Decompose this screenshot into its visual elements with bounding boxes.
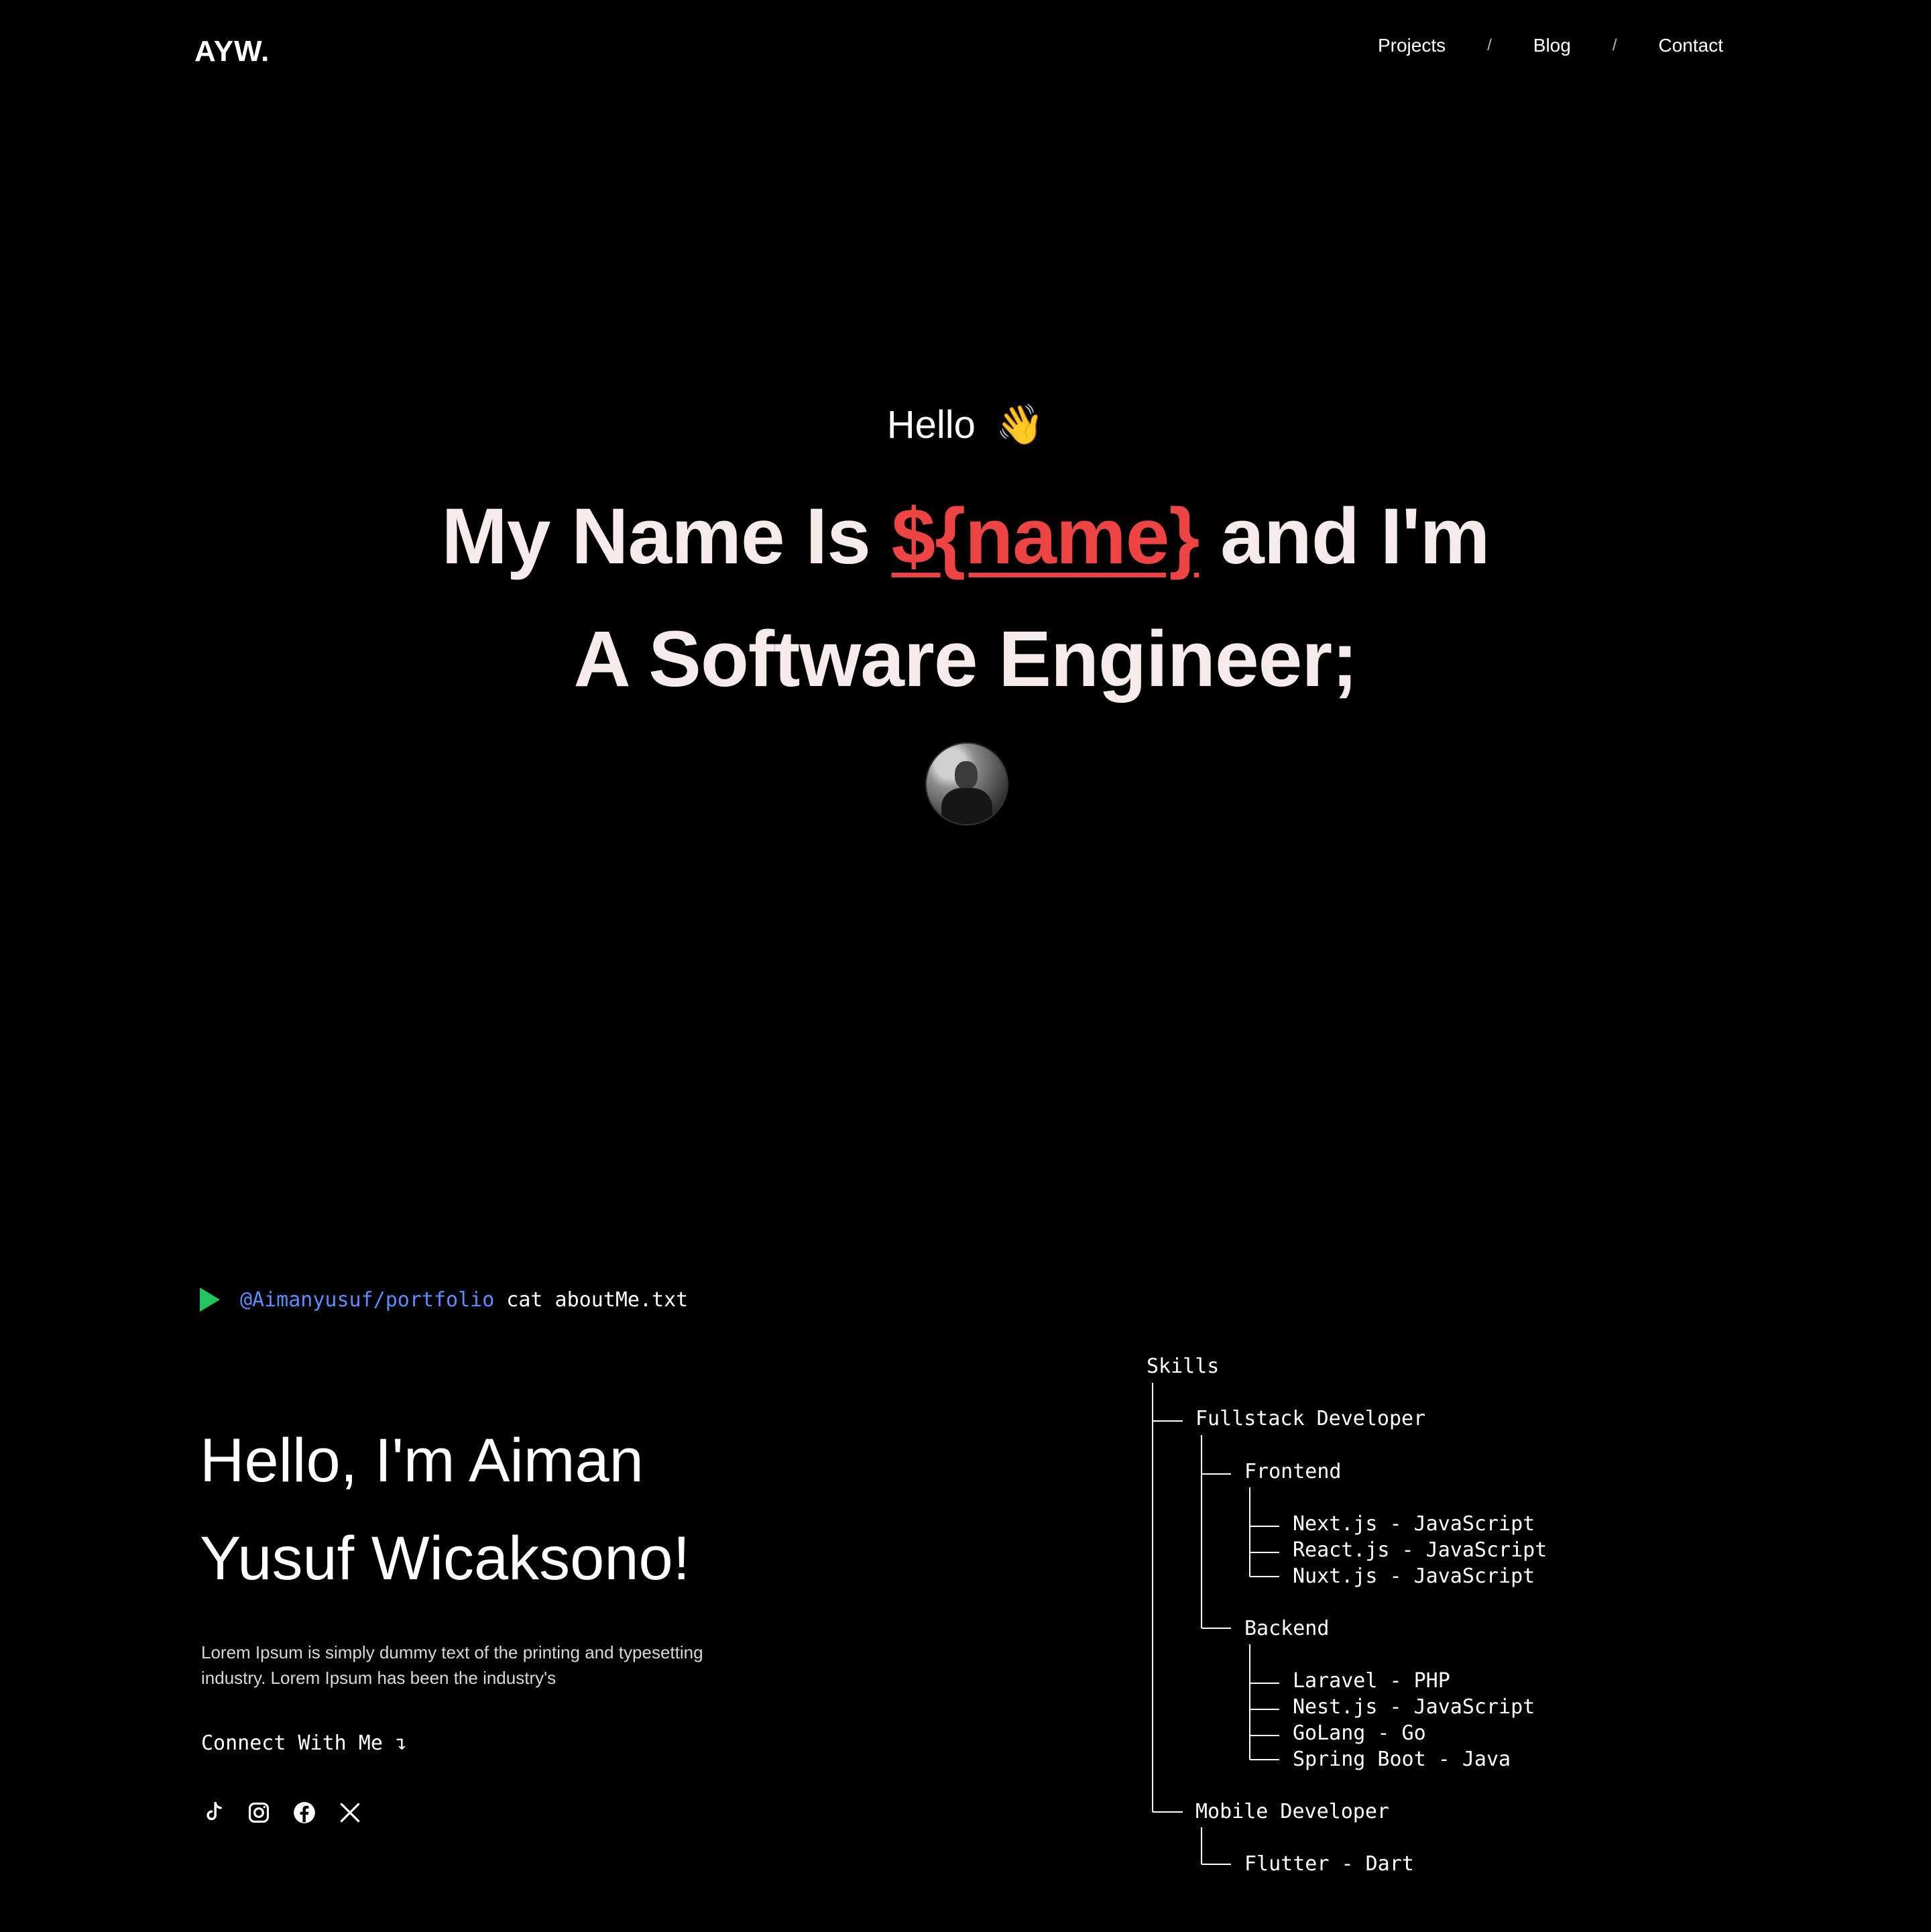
about-title-line-1: Hello, I'm Aiman bbox=[200, 1426, 644, 1495]
about-title-line-2: Yusuf Wicaksono! bbox=[200, 1524, 691, 1593]
play-icon bbox=[200, 1288, 220, 1312]
tree-leaf: GoLang - Go bbox=[1293, 1721, 1426, 1745]
tree-node-root: Skills bbox=[1147, 1355, 1220, 1378]
waving-hand-icon: 👋 bbox=[996, 403, 1045, 447]
tree-leaf: Laravel - PHP bbox=[1293, 1669, 1450, 1693]
main-nav: Projects / Blog / Contact bbox=[1378, 35, 1723, 56]
nav-link-contact[interactable]: Contact bbox=[1659, 35, 1724, 56]
tiktok-icon[interactable] bbox=[200, 1799, 227, 1826]
nav-separator: / bbox=[1612, 36, 1617, 54]
tree-leaf: Spring Boot - Java bbox=[1293, 1748, 1511, 1771]
tree-leaf: Next.js - JavaScript bbox=[1293, 1512, 1535, 1536]
avatar bbox=[925, 742, 1008, 826]
social-links bbox=[200, 1799, 363, 1826]
tree-leaf: Nest.js - JavaScript bbox=[1293, 1695, 1535, 1719]
about-title: Hello, I'm Aiman Yusuf Wicaksono! bbox=[200, 1412, 690, 1607]
connect-label: Connect With Me ↴ bbox=[201, 1731, 408, 1755]
nav-separator: / bbox=[1487, 36, 1492, 54]
hero-title-suffix: and I'm bbox=[1199, 492, 1490, 581]
tree-node-fullstack: Fullstack Developer bbox=[1195, 1407, 1426, 1430]
about-description: Lorem Ipsum is simply dummy text of the … bbox=[201, 1642, 703, 1688]
x-icon[interactable] bbox=[337, 1799, 363, 1826]
terminal-path: @Aimanyusuf/portfolio bbox=[240, 1288, 495, 1312]
hero-title-prefix: My Name Is bbox=[441, 492, 892, 581]
tree-leaf: React.js - JavaScript bbox=[1293, 1538, 1547, 1562]
facebook-icon[interactable] bbox=[291, 1799, 318, 1826]
tree-leaf: Flutter - Dart bbox=[1244, 1852, 1414, 1876]
terminal-command: cat aboutMe.txt bbox=[506, 1288, 689, 1312]
site-logo[interactable]: AYW. bbox=[194, 35, 270, 68]
terminal-prompt: @Aimanyusuf/portfolio cat aboutMe.txt bbox=[200, 1288, 688, 1312]
hero-greeting: Hello 👋 bbox=[0, 402, 1931, 448]
tree-node-backend: Backend bbox=[1244, 1617, 1330, 1640]
greeting-text: Hello bbox=[886, 403, 976, 447]
hero-title-line-1: My Name Is ${name} and I'm bbox=[0, 491, 1931, 582]
nav-link-blog[interactable]: Blog bbox=[1533, 35, 1571, 56]
hero-title-line-2: A Software Engineer; bbox=[573, 615, 1358, 703]
instagram-icon[interactable] bbox=[245, 1799, 272, 1826]
tree-node-frontend: Frontend bbox=[1244, 1460, 1342, 1483]
hero-name-placeholder: ${name} bbox=[891, 492, 1200, 581]
nav-link-projects[interactable]: Projects bbox=[1378, 35, 1446, 56]
tree-leaf: Nuxt.js - JavaScript bbox=[1293, 1565, 1535, 1588]
tree-node-mobile: Mobile Developer bbox=[1195, 1800, 1389, 1823]
